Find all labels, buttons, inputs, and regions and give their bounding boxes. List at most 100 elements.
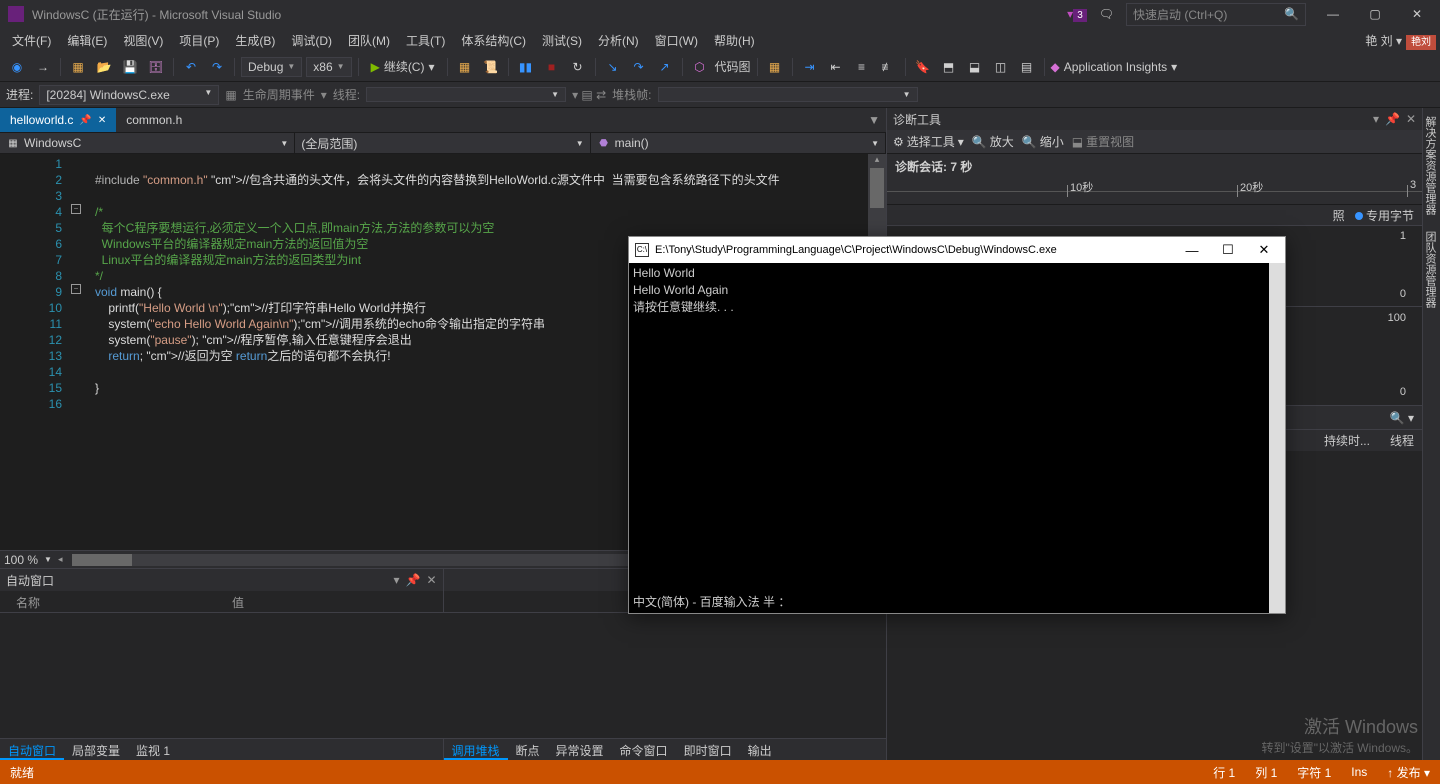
- right-tab-command[interactable]: 命令窗口: [612, 739, 676, 760]
- fold-gutter[interactable]: − −: [70, 154, 88, 550]
- console-output[interactable]: Hello World Hello World Again 请按任意键继续. .…: [629, 263, 1285, 613]
- nav-fwd-icon[interactable]: →: [32, 56, 54, 78]
- fold-icon[interactable]: −: [71, 284, 81, 294]
- uncomment-icon[interactable]: ≢: [877, 56, 899, 78]
- stackframe-combo[interactable]: ▼: [658, 87, 918, 102]
- pause-icon[interactable]: ▮▮: [515, 56, 537, 78]
- flag-icon[interactable]: ▾3: [1067, 7, 1087, 21]
- panel-pin-icon[interactable]: 📌: [1385, 112, 1400, 126]
- maximize-button[interactable]: ▢: [1360, 7, 1390, 21]
- console-scrollbar[interactable]: [1269, 263, 1285, 613]
- nav-function[interactable]: ⬣main()▼: [591, 133, 886, 153]
- redo-icon[interactable]: ↷: [206, 56, 228, 78]
- misc-icon[interactable]: ▦: [764, 56, 786, 78]
- right-tab-output[interactable]: 输出: [740, 739, 780, 760]
- menu-help[interactable]: 帮助(H): [706, 29, 763, 52]
- auto-tab-locals[interactable]: 局部变量: [64, 739, 128, 760]
- zoom-level[interactable]: 100 %: [4, 553, 38, 567]
- zoom-out-btn[interactable]: 🔍缩小: [1022, 133, 1064, 150]
- open-icon[interactable]: 📂: [93, 56, 115, 78]
- menu-debug[interactable]: 调试(D): [283, 29, 340, 52]
- platform-combo[interactable]: x86▼: [306, 57, 351, 77]
- nav-back-icon[interactable]: ◉: [6, 56, 28, 78]
- tab-common-h[interactable]: common.h: [116, 108, 192, 132]
- console-titlebar[interactable]: C:\ E:\Tony\Study\ProgrammingLanguage\C\…: [629, 237, 1285, 263]
- console-minimize-button[interactable]: —: [1177, 243, 1207, 258]
- outdent-icon[interactable]: ⇤: [825, 56, 847, 78]
- tab-helloworld[interactable]: helloworld.c📌✕: [0, 108, 116, 132]
- lifecycle-label[interactable]: 生命周期事件: [243, 86, 315, 103]
- menu-window[interactable]: 窗口(W): [647, 29, 706, 52]
- menu-test[interactable]: 测试(S): [534, 29, 590, 52]
- panel-pin-icon[interactable]: 📌: [405, 573, 420, 587]
- nav-member-scope[interactable]: (全局范围)▼: [295, 133, 590, 153]
- console-close-button[interactable]: ✕: [1249, 242, 1279, 258]
- right-tab-breakpoints[interactable]: 断点: [508, 739, 548, 760]
- col-name[interactable]: 名称: [0, 591, 56, 612]
- select-tool-btn[interactable]: ⚙选择工具 ▾: [893, 133, 964, 150]
- menu-view[interactable]: 视图(V): [115, 29, 171, 52]
- fold-icon[interactable]: −: [71, 204, 81, 214]
- vtab-solution-explorer[interactable]: 解决方案资源管理器: [1423, 108, 1440, 223]
- bookmark3-icon[interactable]: ⬓: [964, 56, 986, 78]
- restart-icon[interactable]: ↻: [567, 56, 589, 78]
- app-insights-button[interactable]: ◆Application Insights ▾: [1051, 60, 1178, 74]
- feedback-icon[interactable]: 🗨: [1099, 7, 1114, 21]
- undo-icon[interactable]: ↶: [180, 56, 202, 78]
- minimize-button[interactable]: —: [1318, 7, 1348, 21]
- config-combo[interactable]: Debug▼: [241, 57, 302, 77]
- codemap-icon[interactable]: ⬡: [689, 56, 711, 78]
- save-icon[interactable]: 💾: [119, 56, 141, 78]
- new-icon[interactable]: ▦: [67, 56, 89, 78]
- menu-edit[interactable]: 编辑(E): [59, 29, 115, 52]
- close-button[interactable]: ✕: [1402, 7, 1432, 21]
- step-over-icon[interactable]: ↷: [628, 56, 650, 78]
- menu-arch[interactable]: 体系结构(C): [453, 29, 534, 52]
- pin-icon[interactable]: 📌: [79, 115, 91, 126]
- comment-icon[interactable]: ≡: [851, 56, 873, 78]
- process-combo[interactable]: [20284] WindowsC.exe▼: [39, 85, 219, 105]
- panel-menu-icon[interactable]: ▾: [1373, 112, 1379, 126]
- zoom-in-btn[interactable]: 🔍放大: [972, 133, 1014, 150]
- right-tab-callstack[interactable]: 调用堆栈: [444, 739, 508, 760]
- bookmark4-icon[interactable]: ◫: [990, 56, 1012, 78]
- col-thread[interactable]: 线程: [1390, 432, 1414, 449]
- auto-tab-watch[interactable]: 监视 1: [128, 739, 178, 760]
- menu-file[interactable]: 文件(F): [4, 29, 59, 52]
- panel-close-icon[interactable]: ✕: [1406, 112, 1416, 126]
- bookmark2-icon[interactable]: ⬒: [938, 56, 960, 78]
- tab-overflow-icon[interactable]: ▼: [868, 113, 880, 127]
- menu-project[interactable]: 项目(P): [171, 29, 227, 52]
- vtab-team-explorer[interactable]: 团队资源管理器: [1423, 223, 1440, 316]
- save-all-icon[interactable]: 🗄: [145, 56, 167, 78]
- quick-launch-input[interactable]: 快速启动 (Ctrl+Q) 🔍: [1126, 3, 1306, 26]
- col-duration[interactable]: 持续时...: [1324, 432, 1370, 449]
- search-icon[interactable]: 🔍 ▾: [1390, 411, 1414, 425]
- menu-analyze[interactable]: 分析(N): [590, 29, 647, 52]
- menu-build[interactable]: 生成(B): [227, 29, 283, 52]
- right-tab-immediate[interactable]: 即时窗口: [676, 739, 740, 760]
- panel-menu-icon[interactable]: ▾: [393, 573, 399, 587]
- menu-tools[interactable]: 工具(T): [398, 29, 453, 52]
- indent-icon[interactable]: ⇥: [799, 56, 821, 78]
- stop-icon[interactable]: ■: [541, 56, 563, 78]
- panel-close-icon[interactable]: ✕: [426, 573, 436, 587]
- auto-tab-auto[interactable]: 自动窗口: [0, 739, 64, 760]
- right-tab-exceptions[interactable]: 异常设置: [548, 739, 612, 760]
- timeline-ruler[interactable]: 10秒 20秒 3: [887, 179, 1422, 205]
- thread-combo[interactable]: ▼: [366, 87, 566, 102]
- close-icon[interactable]: ✕: [98, 115, 106, 126]
- bookmark-icon[interactable]: 🔖: [912, 56, 934, 78]
- script-icon[interactable]: 📜: [480, 56, 502, 78]
- menu-team[interactable]: 团队(M): [340, 29, 398, 52]
- reset-view-btn[interactable]: ⬓重置视图: [1072, 133, 1134, 150]
- console-maximize-button[interactable]: ☐: [1213, 242, 1243, 258]
- console-window[interactable]: C:\ E:\Tony\Study\ProgrammingLanguage\C\…: [628, 236, 1286, 614]
- browser-icon[interactable]: ▦: [454, 56, 476, 78]
- col-value[interactable]: 值: [216, 591, 260, 612]
- bookmark5-icon[interactable]: ▤: [1016, 56, 1038, 78]
- status-publish[interactable]: ↑ 发布 ▾: [1387, 764, 1430, 781]
- continue-button[interactable]: ▶继续(C) ▾: [365, 56, 441, 77]
- step-into-icon[interactable]: ↘: [602, 56, 624, 78]
- user-name[interactable]: 艳 刘 ▾艳刘: [1365, 32, 1436, 49]
